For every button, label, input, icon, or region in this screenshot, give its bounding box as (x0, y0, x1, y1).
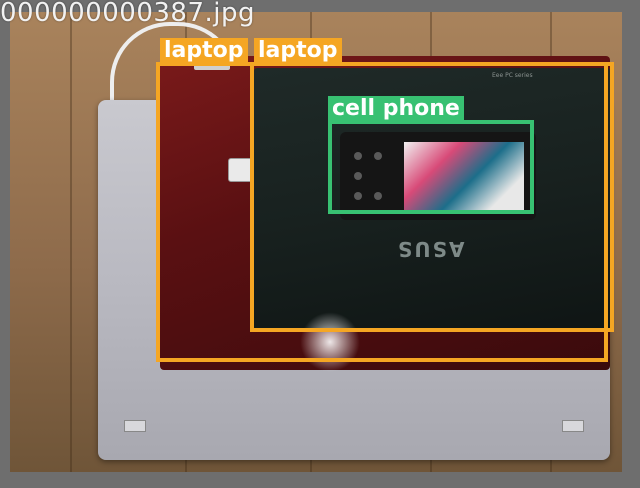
detection-label-laptop: laptop (160, 38, 248, 64)
image-filename: 000000000387.jpg (0, 0, 255, 28)
detection-box-cell-phone[interactable] (328, 120, 534, 214)
detection-label-laptop: laptop (254, 38, 342, 64)
wood-plank (70, 12, 72, 472)
detection-label-cell-phone: cell phone (328, 96, 464, 122)
image-viewer: ASUS Eee PC series laptop laptop cell ph… (0, 0, 640, 488)
hinge (124, 420, 146, 432)
hinge (562, 420, 584, 432)
